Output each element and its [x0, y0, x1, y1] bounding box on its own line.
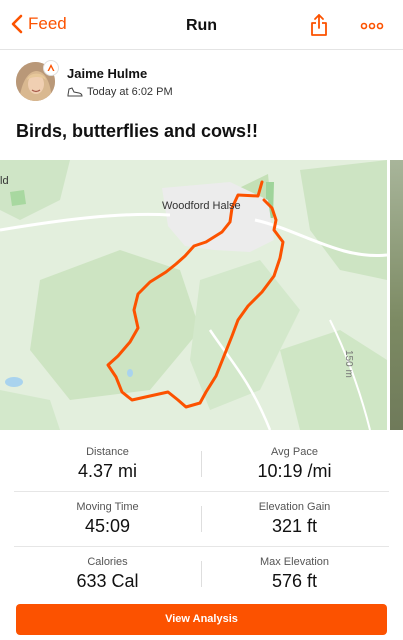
strava-badge-icon — [43, 60, 59, 76]
stat-label: Calories — [87, 556, 128, 568]
map-edge-label: ld — [0, 175, 9, 187]
contour-label: 150 m — [343, 350, 354, 378]
stats-row: Distance 4.37 mi Avg Pace 10:19 /mi — [14, 437, 389, 492]
activity-title: Birds, butterflies and cows!! — [16, 121, 259, 141]
athlete-header: Jaime Hulme Today at 6:02 PM — [16, 60, 396, 107]
page-title: Run — [185, 17, 218, 34]
place-label: Woodford Halse — [162, 200, 241, 212]
athlete-name[interactable]: Jaime Hulme — [67, 66, 147, 81]
stat-value: 45:09 — [84, 516, 131, 536]
activity-timestamp: Today at 6:02 PM — [87, 86, 173, 98]
stats-row: Calories 633 Cal Max Elevation 576 ft — [14, 547, 389, 602]
stats-row: Moving Time 45:09 Elevation Gain 321 ft — [14, 492, 389, 547]
shoe-icon — [67, 87, 83, 97]
water — [5, 377, 23, 387]
stat-label: Distance — [86, 446, 129, 458]
stat-avg-pace: Avg Pace 10:19 /mi — [201, 437, 388, 482]
stat-value: 633 Cal — [76, 571, 139, 591]
stat-max-elevation: Max Elevation 576 ft — [201, 547, 388, 592]
stat-label: Max Elevation — [259, 556, 330, 568]
activity-meta: Today at 6:02 PM — [67, 86, 173, 98]
route-map[interactable]: Woodford Halse ld 150 m — [0, 160, 387, 430]
stat-elevation-gain: Elevation Gain 321 ft — [201, 492, 388, 537]
stat-value: 4.37 mi — [77, 461, 138, 481]
map-graphic: Woodford Halse ld 150 m — [0, 160, 387, 430]
stat-value: 321 ft — [271, 516, 318, 536]
park-area — [10, 190, 26, 206]
stat-value: 10:19 /mi — [257, 461, 332, 481]
water — [127, 369, 133, 377]
more-icon[interactable] — [360, 22, 384, 30]
stat-label: Moving Time — [76, 501, 139, 513]
activity-photo-peek[interactable] — [390, 160, 403, 430]
stats-grid: Distance 4.37 mi Avg Pace 10:19 /mi Movi… — [0, 437, 403, 602]
stat-label: Elevation Gain — [258, 501, 331, 513]
stat-label: Avg Pace — [271, 446, 318, 458]
top-nav-bar: Feed Run — [0, 0, 403, 50]
stat-distance: Distance 4.37 mi — [14, 437, 201, 482]
stat-moving-time: Moving Time 45:09 — [14, 492, 201, 537]
stat-calories: Calories 633 Cal — [14, 547, 201, 592]
share-icon[interactable] — [309, 13, 329, 37]
view-analysis-button[interactable]: View Analysis — [16, 604, 387, 635]
stat-value: 576 ft — [271, 571, 318, 591]
